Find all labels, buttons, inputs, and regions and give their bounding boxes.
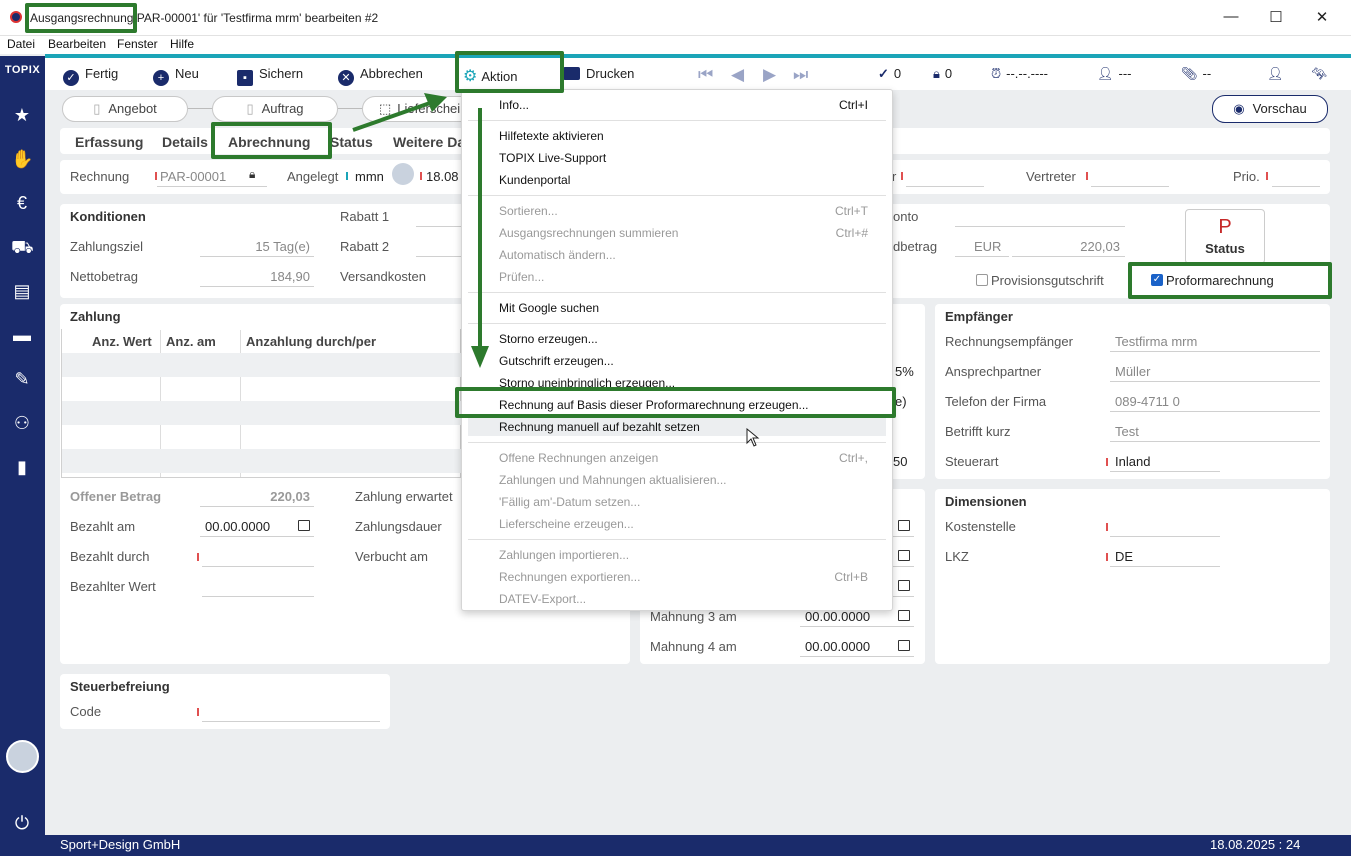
annotation-arrows bbox=[352, 93, 489, 368]
company-name: Sport+Design GmbH bbox=[60, 837, 181, 852]
arrow-to-aktion bbox=[352, 101, 431, 132]
arrow-head bbox=[471, 346, 489, 368]
statusbar: Sport+Design GmbH 18.08.2025 : 24 bbox=[45, 835, 1351, 856]
mouse-cursor-icon bbox=[746, 428, 760, 447]
status-datetime: 18.08.2025 : 24 bbox=[1210, 837, 1301, 852]
